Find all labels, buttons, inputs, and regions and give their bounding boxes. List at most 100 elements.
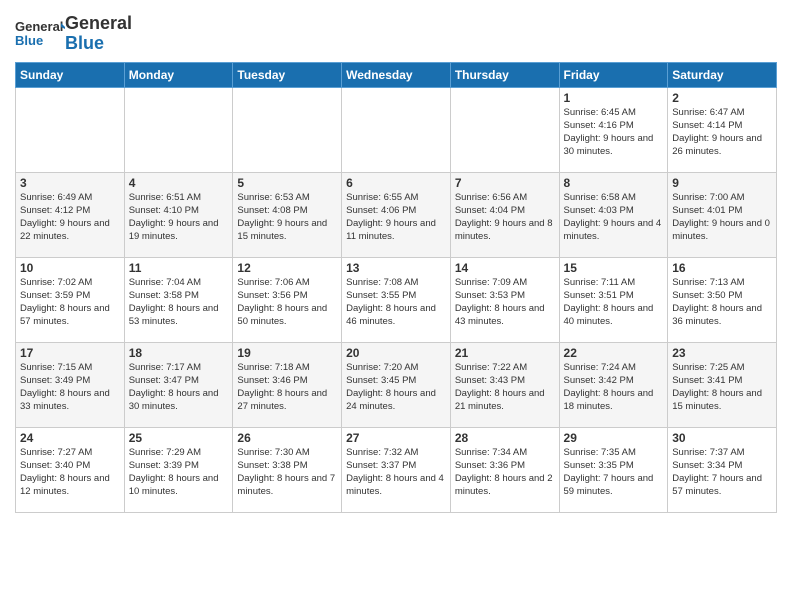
calendar-cell: 5Sunrise: 6:53 AMSunset: 4:08 PMDaylight… [233,172,342,257]
day-header-saturday: Saturday [668,62,777,87]
week-row: 24Sunrise: 7:27 AMSunset: 3:40 PMDayligh… [16,427,777,512]
day-info: Sunrise: 7:02 AMSunset: 3:59 PMDaylight:… [20,276,120,329]
day-info: Sunrise: 7:15 AMSunset: 3:49 PMDaylight:… [20,361,120,414]
day-header-monday: Monday [124,62,233,87]
calendar-cell: 19Sunrise: 7:18 AMSunset: 3:46 PMDayligh… [233,342,342,427]
calendar-cell: 13Sunrise: 7:08 AMSunset: 3:55 PMDayligh… [342,257,451,342]
day-number: 22 [564,346,664,360]
day-number: 19 [237,346,337,360]
day-number: 2 [672,91,772,105]
day-number: 1 [564,91,664,105]
day-info: Sunrise: 6:47 AMSunset: 4:14 PMDaylight:… [672,106,772,159]
calendar-cell: 9Sunrise: 7:00 AMSunset: 4:01 PMDaylight… [668,172,777,257]
day-number: 14 [455,261,555,275]
calendar-cell: 25Sunrise: 7:29 AMSunset: 3:39 PMDayligh… [124,427,233,512]
calendar-cell: 20Sunrise: 7:20 AMSunset: 3:45 PMDayligh… [342,342,451,427]
day-info: Sunrise: 7:11 AMSunset: 3:51 PMDaylight:… [564,276,664,329]
logo-text: General Blue [65,14,132,54]
day-info: Sunrise: 7:20 AMSunset: 3:45 PMDaylight:… [346,361,446,414]
calendar-cell: 10Sunrise: 7:02 AMSunset: 3:59 PMDayligh… [16,257,125,342]
day-info: Sunrise: 6:49 AMSunset: 4:12 PMDaylight:… [20,191,120,244]
calendar-cell: 1Sunrise: 6:45 AMSunset: 4:16 PMDaylight… [559,87,668,172]
day-number: 26 [237,431,337,445]
day-number: 3 [20,176,120,190]
calendar-cell [16,87,125,172]
day-info: Sunrise: 6:51 AMSunset: 4:10 PMDaylight:… [129,191,229,244]
day-number: 24 [20,431,120,445]
calendar-cell: 3Sunrise: 6:49 AMSunset: 4:12 PMDaylight… [16,172,125,257]
calendar-cell: 28Sunrise: 7:34 AMSunset: 3:36 PMDayligh… [450,427,559,512]
day-number: 15 [564,261,664,275]
calendar-cell: 22Sunrise: 7:24 AMSunset: 3:42 PMDayligh… [559,342,668,427]
day-number: 27 [346,431,446,445]
day-info: Sunrise: 6:55 AMSunset: 4:06 PMDaylight:… [346,191,446,244]
week-row: 10Sunrise: 7:02 AMSunset: 3:59 PMDayligh… [16,257,777,342]
day-number: 9 [672,176,772,190]
week-row: 17Sunrise: 7:15 AMSunset: 3:49 PMDayligh… [16,342,777,427]
calendar-cell: 16Sunrise: 7:13 AMSunset: 3:50 PMDayligh… [668,257,777,342]
calendar-cell: 23Sunrise: 7:25 AMSunset: 3:41 PMDayligh… [668,342,777,427]
day-number: 18 [129,346,229,360]
day-header-wednesday: Wednesday [342,62,451,87]
calendar-cell: 2Sunrise: 6:47 AMSunset: 4:14 PMDaylight… [668,87,777,172]
calendar-cell: 6Sunrise: 6:55 AMSunset: 4:06 PMDaylight… [342,172,451,257]
header: General Blue General Blue [15,10,777,54]
day-info: Sunrise: 7:17 AMSunset: 3:47 PMDaylight:… [129,361,229,414]
day-info: Sunrise: 6:56 AMSunset: 4:04 PMDaylight:… [455,191,555,244]
page: General Blue General Blue SundayMondayTu… [0,0,792,612]
day-info: Sunrise: 7:30 AMSunset: 3:38 PMDaylight:… [237,446,337,499]
calendar-cell: 17Sunrise: 7:15 AMSunset: 3:49 PMDayligh… [16,342,125,427]
day-info: Sunrise: 6:58 AMSunset: 4:03 PMDaylight:… [564,191,664,244]
day-number: 12 [237,261,337,275]
calendar-cell: 12Sunrise: 7:06 AMSunset: 3:56 PMDayligh… [233,257,342,342]
day-header-tuesday: Tuesday [233,62,342,87]
day-number: 13 [346,261,446,275]
calendar-cell: 29Sunrise: 7:35 AMSunset: 3:35 PMDayligh… [559,427,668,512]
day-info: Sunrise: 7:18 AMSunset: 3:46 PMDaylight:… [237,361,337,414]
calendar-cell: 8Sunrise: 6:58 AMSunset: 4:03 PMDaylight… [559,172,668,257]
calendar-cell: 15Sunrise: 7:11 AMSunset: 3:51 PMDayligh… [559,257,668,342]
calendar-cell: 7Sunrise: 6:56 AMSunset: 4:04 PMDaylight… [450,172,559,257]
logo: General Blue General Blue [15,14,132,54]
day-info: Sunrise: 7:34 AMSunset: 3:36 PMDaylight:… [455,446,555,499]
day-number: 20 [346,346,446,360]
day-number: 10 [20,261,120,275]
day-info: Sunrise: 7:13 AMSunset: 3:50 PMDaylight:… [672,276,772,329]
calendar-cell: 30Sunrise: 7:37 AMSunset: 3:34 PMDayligh… [668,427,777,512]
day-info: Sunrise: 7:08 AMSunset: 3:55 PMDaylight:… [346,276,446,329]
day-number: 16 [672,261,772,275]
day-info: Sunrise: 7:27 AMSunset: 3:40 PMDaylight:… [20,446,120,499]
calendar-cell: 11Sunrise: 7:04 AMSunset: 3:58 PMDayligh… [124,257,233,342]
day-header-sunday: Sunday [16,62,125,87]
calendar-cell [342,87,451,172]
svg-text:Blue: Blue [15,33,43,48]
day-info: Sunrise: 6:53 AMSunset: 4:08 PMDaylight:… [237,191,337,244]
day-info: Sunrise: 7:06 AMSunset: 3:56 PMDaylight:… [237,276,337,329]
calendar-cell: 24Sunrise: 7:27 AMSunset: 3:40 PMDayligh… [16,427,125,512]
day-number: 25 [129,431,229,445]
logo-general: General [65,13,132,33]
calendar: SundayMondayTuesdayWednesdayThursdayFrid… [15,62,777,513]
day-info: Sunrise: 7:37 AMSunset: 3:34 PMDaylight:… [672,446,772,499]
week-row: 1Sunrise: 6:45 AMSunset: 4:16 PMDaylight… [16,87,777,172]
day-number: 17 [20,346,120,360]
day-number: 23 [672,346,772,360]
logo-blue: Blue [65,33,104,53]
day-info: Sunrise: 6:45 AMSunset: 4:16 PMDaylight:… [564,106,664,159]
day-info: Sunrise: 7:25 AMSunset: 3:41 PMDaylight:… [672,361,772,414]
calendar-cell: 18Sunrise: 7:17 AMSunset: 3:47 PMDayligh… [124,342,233,427]
calendar-cell [124,87,233,172]
calendar-cell: 4Sunrise: 6:51 AMSunset: 4:10 PMDaylight… [124,172,233,257]
calendar-cell: 21Sunrise: 7:22 AMSunset: 3:43 PMDayligh… [450,342,559,427]
calendar-cell: 26Sunrise: 7:30 AMSunset: 3:38 PMDayligh… [233,427,342,512]
day-header-thursday: Thursday [450,62,559,87]
day-info: Sunrise: 7:04 AMSunset: 3:58 PMDaylight:… [129,276,229,329]
day-number: 8 [564,176,664,190]
header-row: SundayMondayTuesdayWednesdayThursdayFrid… [16,62,777,87]
day-info: Sunrise: 7:22 AMSunset: 3:43 PMDaylight:… [455,361,555,414]
day-number: 7 [455,176,555,190]
week-row: 3Sunrise: 6:49 AMSunset: 4:12 PMDaylight… [16,172,777,257]
logo-svg: General Blue [15,15,65,53]
day-info: Sunrise: 7:09 AMSunset: 3:53 PMDaylight:… [455,276,555,329]
day-number: 6 [346,176,446,190]
